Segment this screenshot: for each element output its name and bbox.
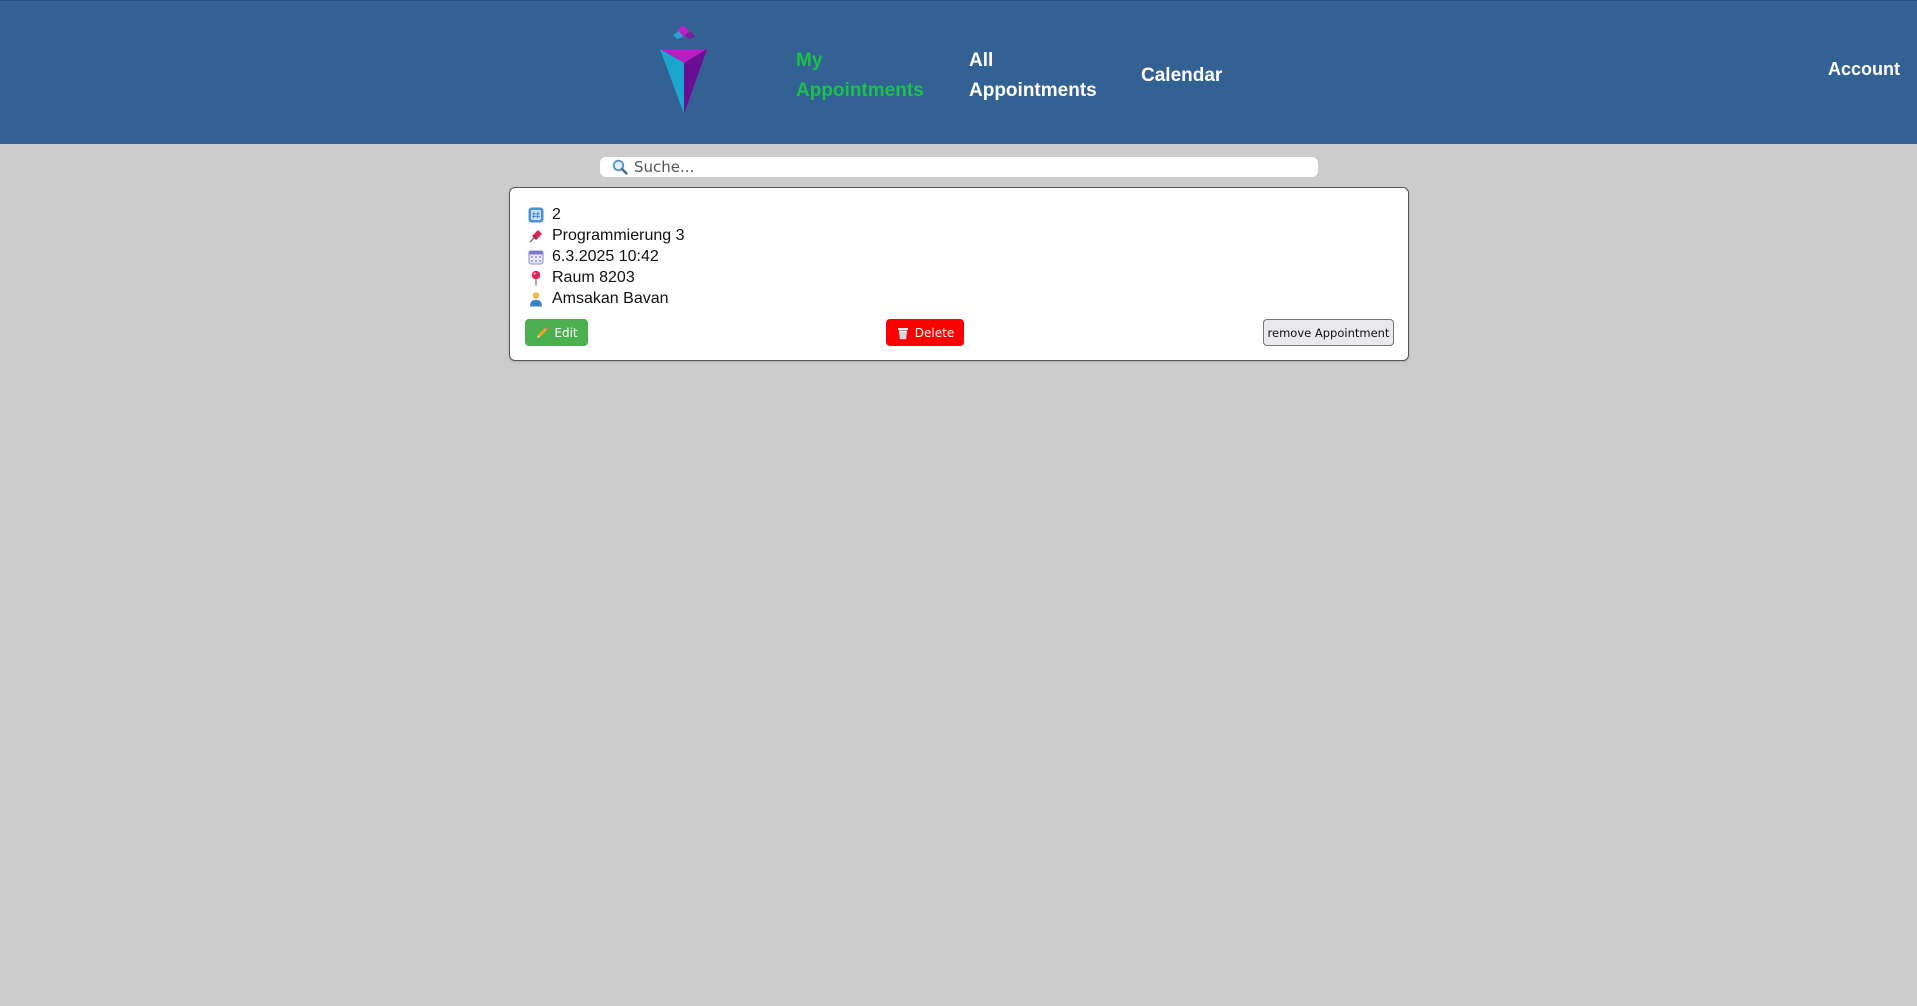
appointment-datetime: 6.3.2025 10:42: [552, 247, 659, 265]
appointment-person: Amsakan Bavan: [552, 289, 669, 307]
search-input[interactable]: [634, 157, 1304, 177]
search-icon: [612, 159, 628, 175]
remove-appointment-button[interactable]: remove Appointment: [1263, 319, 1394, 346]
appointment-room-row: Raum 8203: [528, 267, 635, 288]
appointment-id: 2: [552, 205, 561, 223]
nav-all-appointments[interactable]: All Appointments: [969, 46, 1109, 106]
delete-button-label: Delete: [914, 325, 955, 340]
search-bar: [600, 157, 1318, 177]
nav-calendar[interactable]: Calendar: [1141, 61, 1222, 91]
appointment-room: Raum 8203: [552, 268, 635, 286]
delete-button[interactable]: Delete: [886, 319, 964, 346]
round-pin-icon: [531, 270, 541, 285]
nav-my-appointments[interactable]: My Appointments: [796, 46, 926, 106]
appointment-title-row: Programmierung 3: [528, 225, 685, 246]
person-icon: [530, 291, 542, 306]
edit-button-label: Edit: [554, 325, 578, 340]
appointment-card: 2 Programmierung 3 6.3.2025 10:42 Raum 8…: [509, 187, 1409, 361]
nav-account[interactable]: Account: [1828, 54, 1900, 84]
pushpin-icon: [529, 229, 542, 243]
calendar-icon: [528, 250, 544, 264]
pencil-icon: [537, 326, 549, 338]
appointment-date-row: 6.3.2025 10:42: [528, 246, 659, 267]
hash-keycap-icon: [528, 207, 544, 222]
edit-button[interactable]: Edit: [525, 319, 588, 346]
appointment-id-row: 2: [528, 204, 561, 225]
appointment-person-row: Amsakan Bavan: [528, 288, 669, 309]
wastebasket-icon: [897, 327, 908, 339]
logo-icon[interactable]: [655, 23, 715, 115]
top-navigation-bar: My Appointments All Appointments Calenda…: [0, 0, 1917, 144]
appointment-title: Programmierung 3: [552, 226, 685, 244]
